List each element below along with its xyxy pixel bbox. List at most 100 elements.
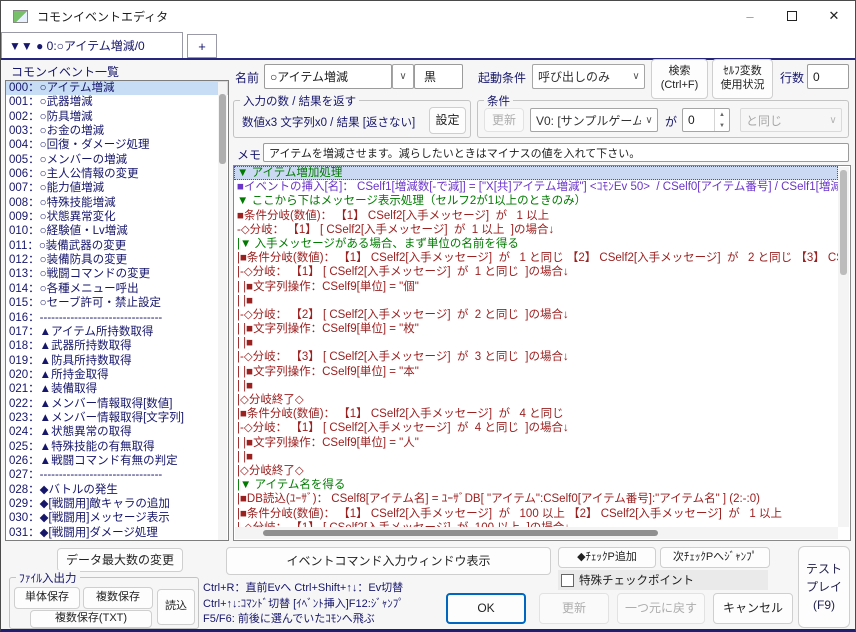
list-item[interactable]: 026：▲戦闘コマンド有無の判定 bbox=[6, 454, 228, 468]
list-item[interactable]: 005：○メンバーの増減 bbox=[6, 153, 228, 167]
code-hscroll-thumb[interactable] bbox=[263, 530, 658, 536]
code-line[interactable]: |▼ アイテム名を得る bbox=[234, 478, 838, 492]
selfvar-usage-button[interactable]: ｾﾙﾌ変数 使用状況 bbox=[712, 59, 773, 99]
list-item[interactable]: 001：○武器増減 bbox=[6, 95, 228, 109]
code-line[interactable]: |■条件分岐(数値)： 【1】 CSelf2[入手メッセージ] が 4 と同じ bbox=[234, 407, 838, 421]
code-line[interactable]: | |■ bbox=[234, 450, 838, 464]
ok-button[interactable]: OK bbox=[446, 593, 526, 624]
list-item[interactable]: 006：○主人公情報の変更 bbox=[6, 167, 228, 181]
code-line[interactable]: -◇分岐： 【1】 [ CSelf2[入手メッセージ] が 1 以上 ]の場合↓ bbox=[234, 223, 838, 237]
code-line[interactable]: | |■ bbox=[234, 379, 838, 393]
list-item[interactable]: 025：▲特殊技能の有無取得 bbox=[6, 440, 228, 454]
list-item[interactable]: 009：○状態異常変化 bbox=[6, 210, 228, 224]
code-line[interactable]: | |■文字列操作：CSelf9[単位] = "枚" bbox=[234, 322, 838, 336]
code-line[interactable]: ■イベントの挿入[名]： CSelf1[増減数[-で減]] = ["X[共]アイ… bbox=[234, 180, 838, 194]
code-line[interactable]: | |■ bbox=[234, 294, 838, 308]
code-line[interactable]: | |■文字列操作：CSelf9[単位] = "個" bbox=[234, 280, 838, 294]
code-line[interactable]: |-◇分岐： 【3】 [ CSelf2[入手メッセージ] が 3 と同じ ]の場… bbox=[234, 350, 838, 364]
command-input-window-button[interactable]: イベントコマンド入力ウィンドウ表示 bbox=[226, 547, 551, 575]
list-item[interactable]: 002：○防具増減 bbox=[6, 110, 228, 124]
code-line[interactable]: |▼ 入手メッセージがある場合、まず単位の名前を得る bbox=[234, 237, 838, 251]
code-line[interactable]: ▼ アイテム増加処理 bbox=[234, 166, 838, 180]
load-button[interactable]: 読込 bbox=[157, 589, 195, 625]
code-line[interactable]: |-◇分岐： 【2】 [ CSelf2[入手メッセージ] が 2 と同じ ]の場… bbox=[234, 308, 838, 322]
code-line[interactable]: |-◇分岐： 【1】 [ CSelf2[入手メッセージ] が 1 と同じ ]の場… bbox=[234, 265, 838, 279]
name-input[interactable]: ○アイテム増減 bbox=[264, 64, 392, 89]
chevron-down-icon: ∨ bbox=[825, 115, 841, 126]
list-item[interactable]: 014：○各種メニュー呼出 bbox=[6, 282, 228, 296]
list-item[interactable]: 028：◆バトルの発生 bbox=[6, 483, 228, 497]
code-line[interactable]: |◇分岐終了◇ bbox=[234, 464, 838, 478]
list-item[interactable]: 029：◆[戦闘用]敵キャラの追加 bbox=[6, 497, 228, 511]
code-line[interactable]: |◇分岐終了◇ bbox=[234, 393, 838, 407]
maximize-button[interactable] bbox=[771, 1, 813, 31]
update-button[interactable]: 更新 bbox=[539, 593, 609, 624]
tab-common-event[interactable]: ▼▼ ● 0:○アイテム増減/0 bbox=[1, 32, 183, 58]
add-tab-button[interactable]: + bbox=[187, 34, 217, 58]
code-line[interactable]: |■DB読込(ﾕｰｻﾞ)： CSelf8[アイテム名] = ﾕｰｻﾞDB[ "ア… bbox=[234, 492, 838, 506]
list-item[interactable]: 023：▲メンバー情報取得[文字列] bbox=[6, 411, 228, 425]
condition-value-spinner[interactable]: 0 ▲ ▼ bbox=[682, 108, 730, 132]
undo-button[interactable]: 一つ元に戻す bbox=[617, 593, 705, 624]
list-item[interactable]: 000：○アイテム増減 bbox=[6, 81, 228, 95]
memo-input[interactable]: アイテムを増減させます。減らしたいときはマイナスの値を入れて下さい。 bbox=[263, 143, 849, 162]
code-line[interactable]: ■条件分岐(数値)： 【1】 CSelf2[入手メッセージ] が 1 以上 bbox=[234, 209, 838, 223]
condition-comparator-combo[interactable]: と同じ ∨ bbox=[740, 108, 842, 132]
spinner-up-icon[interactable]: ▲ bbox=[715, 109, 729, 120]
list-item[interactable]: 007：○能力値増減 bbox=[6, 181, 228, 195]
trigger-combo[interactable]: 呼び出しのみ ∨ bbox=[532, 64, 645, 89]
list-scrollbar-thumb[interactable] bbox=[219, 94, 226, 164]
code-horizontal-scrollbar[interactable] bbox=[235, 527, 838, 539]
name-color-field[interactable]: 黒 bbox=[414, 64, 463, 89]
list-item[interactable]: 008：○特殊技能増減 bbox=[6, 196, 228, 210]
list-item[interactable]: 010：○経験値・Lv増減 bbox=[6, 224, 228, 238]
list-item[interactable]: 022：▲メンバー情報取得[数値] bbox=[6, 397, 228, 411]
close-button[interactable]: ✕ bbox=[813, 1, 855, 31]
list-item[interactable]: 012：○装備防具の変更 bbox=[6, 253, 228, 267]
condition-variable-combo[interactable]: V0: [サンプルゲーム]コッソ ∨ bbox=[530, 108, 658, 132]
list-item[interactable]: 004：○回復・ダメージ処理 bbox=[6, 138, 228, 152]
code-line[interactable]: |■条件分岐(数値)： 【1】 CSelf2[入手メッセージ] が 1 と同じ … bbox=[234, 251, 838, 265]
condition-update-button[interactable]: 更新 bbox=[484, 108, 524, 132]
list-item[interactable]: 024：▲状態異常の取得 bbox=[6, 425, 228, 439]
special-checkpoint-checkbox[interactable] bbox=[561, 574, 574, 587]
list-item[interactable]: 017：▲アイテム所持数取得 bbox=[6, 325, 228, 339]
single-save-button[interactable]: 単体保存 bbox=[14, 587, 80, 609]
code-line[interactable]: | |■ bbox=[234, 336, 838, 350]
search-button[interactable]: 検索 (Ctrl+F) bbox=[651, 59, 708, 99]
list-item[interactable]: 021：▲装備取得 bbox=[6, 382, 228, 396]
list-item[interactable]: 030：◆[戦闘用]メッセージ表示 bbox=[6, 511, 228, 525]
list-item[interactable]: 018：▲武器所持数取得 bbox=[6, 339, 228, 353]
list-item[interactable]: 027：-------------------------------- bbox=[6, 468, 228, 482]
code-line[interactable]: | |■文字列操作：CSelf9[単位] = "人" bbox=[234, 436, 838, 450]
list-scrollbar[interactable] bbox=[218, 82, 227, 540]
list-item[interactable]: 015：○セーブ許可・禁止設定 bbox=[6, 296, 228, 310]
max-data-button[interactable]: データ最大数の変更 bbox=[57, 548, 183, 572]
spinner-down-icon[interactable]: ▼ bbox=[715, 120, 729, 131]
multi-save-txt-button[interactable]: 複数保存(TXT) bbox=[30, 610, 152, 628]
multi-save-button[interactable]: 複数保存 bbox=[83, 587, 153, 609]
name-dropdown-button[interactable]: ∨ bbox=[392, 64, 414, 89]
io-config-button[interactable]: 設定 bbox=[429, 107, 466, 134]
code-line[interactable]: |-◇分岐： 【1】 [ CSelf2[入手メッセージ] が 4 と同じ ]の場… bbox=[234, 421, 838, 435]
test-play-button[interactable]: テスト プレイ (F9) bbox=[798, 546, 850, 628]
list-item[interactable]: 003：○お金の増減 bbox=[6, 124, 228, 138]
io-groupbox-legend: 入力の数 / 結果を返す bbox=[240, 93, 359, 109]
cancel-button[interactable]: キャンセル bbox=[713, 593, 793, 624]
line-count-field[interactable]: 0 bbox=[807, 64, 849, 89]
checkpoint-jump-button[interactable]: 次ﾁｪｯｸPへｼﾞｬﾝﾌﾟ bbox=[660, 547, 770, 568]
list-item[interactable]: 020：▲所持金取得 bbox=[6, 368, 228, 382]
code-line[interactable]: |■条件分岐(数値)： 【1】 CSelf2[入手メッセージ] が 100 以上… bbox=[234, 507, 838, 521]
list-item[interactable]: 013：○戦闘コマンドの変更 bbox=[6, 267, 228, 281]
list-item[interactable]: 016：-------------------------------- bbox=[6, 311, 228, 325]
checkpoint-add-button[interactable]: ◆ﾁｪｯｸP追加 bbox=[558, 547, 656, 568]
code-line[interactable]: | |■文字列操作：CSelf9[単位] = "本" bbox=[234, 365, 838, 379]
list-item[interactable]: 031：◆[戦闘用]ダメージ処理 bbox=[6, 526, 228, 540]
minimize-button[interactable]: – bbox=[729, 1, 771, 31]
code-vertical-scrollbar[interactable] bbox=[838, 167, 849, 527]
code-vscroll-thumb[interactable] bbox=[840, 170, 847, 275]
list-item[interactable]: 019：▲防具所持数取得 bbox=[6, 354, 228, 368]
list-item[interactable]: 011：○装備武器の変更 bbox=[6, 239, 228, 253]
code-line[interactable]: ▼ ここから下はメッセージ表示処理（セルフ2が1以上のときのみ） bbox=[234, 194, 838, 208]
chevron-down-icon: ∨ bbox=[628, 71, 644, 82]
